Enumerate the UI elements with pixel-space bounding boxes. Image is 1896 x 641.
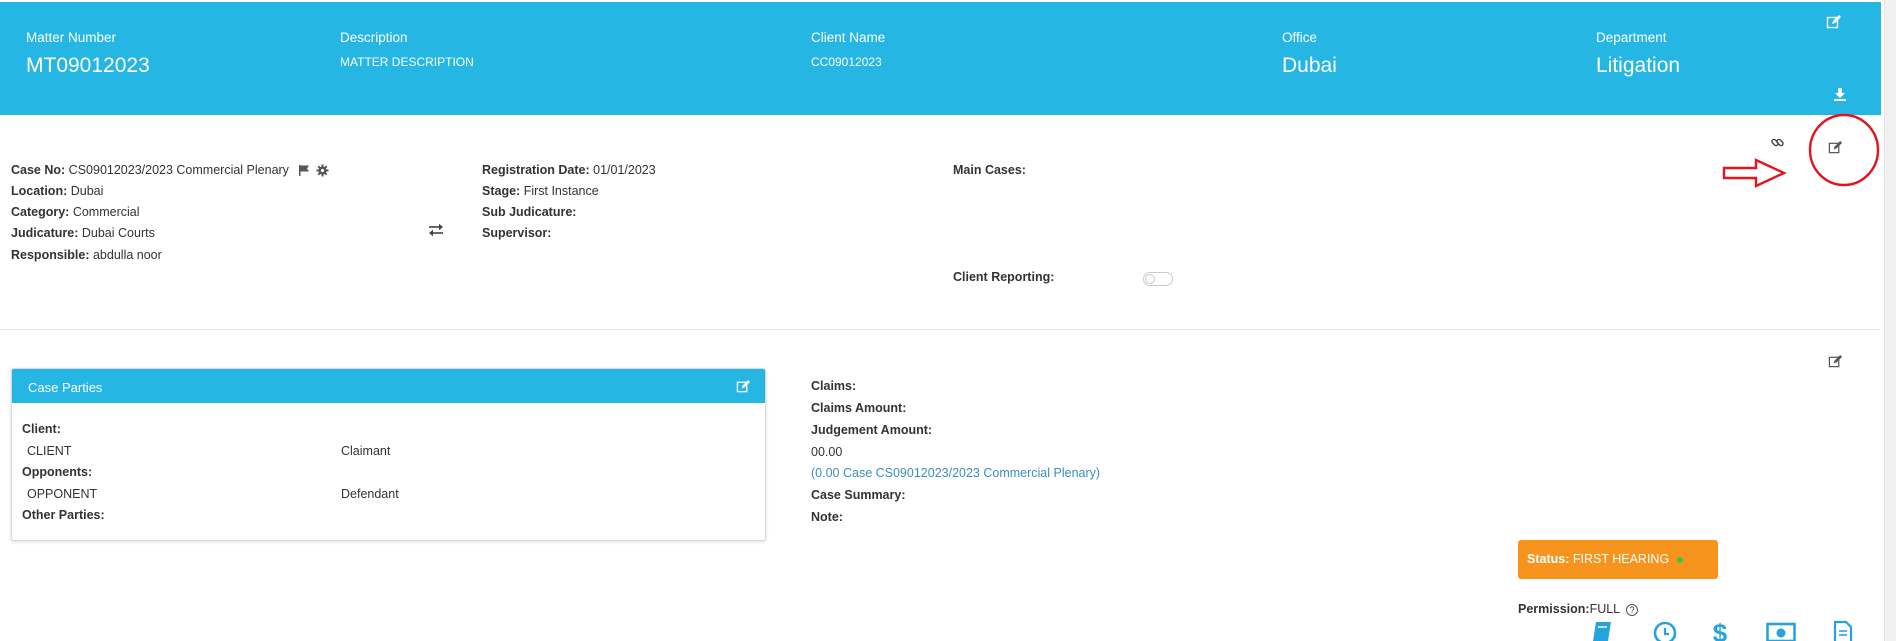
- responsible-label: Responsible:: [11, 248, 90, 262]
- stage-value: First Instance: [523, 184, 599, 198]
- department-value: Litigation: [1596, 54, 1681, 77]
- judgement-amount-label: Judgement Amount:: [811, 423, 933, 437]
- client-reporting-toggle[interactable]: [1143, 272, 1173, 286]
- matter-number-block: Matter Number MT09012023: [26, 30, 150, 78]
- matter-number-label: Matter Number: [26, 30, 117, 45]
- permission-help-icon[interactable]: ?: [1626, 603, 1639, 616]
- registration-date-label: Registration Date:: [482, 163, 590, 177]
- responsible-value: abdulla noor: [92, 248, 162, 262]
- document-icon[interactable]: [1830, 620, 1856, 641]
- department-block: Department Litigation: [1596, 30, 1680, 78]
- office-label: Office: [1282, 30, 1318, 45]
- stage-row: Stage: First Instance: [482, 184, 599, 198]
- client-label: Client:: [22, 422, 61, 436]
- matter-number-value: MT09012023: [26, 54, 150, 77]
- location-value: Dubai: [70, 184, 104, 198]
- client-party-name: CLIENT: [27, 444, 72, 458]
- category-value: Commercial: [72, 205, 140, 219]
- client-party-role: Claimant: [341, 444, 391, 458]
- client-reporting-label: Client Reporting:: [953, 270, 1055, 284]
- status-label: Status:: [1527, 552, 1570, 566]
- stage-label: Stage:: [482, 184, 521, 198]
- gear-icon[interactable]: [316, 164, 329, 177]
- status-value: FIRST HEARING: [1572, 552, 1670, 566]
- main-cases-label: Main Cases:: [953, 163, 1026, 177]
- case-parties-panel: Case Parties Client: CLIENT Claimant Opp…: [11, 368, 766, 541]
- case-parties-title: Case Parties: [28, 380, 103, 395]
- judicature-label: Judicature:: [11, 226, 79, 240]
- permission-row: Permission:FULL ?: [1518, 602, 1639, 616]
- swap-icon[interactable]: [427, 222, 445, 238]
- claims-edit-icon[interactable]: [1828, 354, 1843, 369]
- department-label: Department: [1596, 30, 1667, 45]
- description-label: Description: [340, 30, 408, 45]
- status-indicator-dot: [1676, 556, 1683, 563]
- judgement-amount-value: 00.00: [811, 445, 843, 459]
- judicature-row: Judicature: Dubai Courts: [11, 226, 155, 240]
- header-edit-icon[interactable]: [1826, 14, 1842, 30]
- section-divider: [0, 329, 1880, 330]
- matter-header: Matter Number MT09012023 Description MAT…: [0, 2, 1881, 115]
- case-no-row: Case No: CS09012023/2023 Commercial Plen…: [11, 163, 329, 177]
- related-case-link[interactable]: (0.00 Case CS09012023/2023 Commercial Pl…: [811, 466, 1100, 480]
- judicature-value: Dubai Courts: [81, 226, 155, 240]
- case-no-label: Case No:: [11, 163, 66, 177]
- office-block: Office Dubai: [1282, 30, 1337, 78]
- registration-date-value: 01/01/2023: [593, 163, 656, 177]
- supervisor-row: Supervisor:: [482, 226, 551, 240]
- description-value: MATTER DESCRIPTION: [340, 55, 474, 69]
- opponents-label: Opponents:: [22, 465, 93, 479]
- office-value: Dubai: [1282, 54, 1337, 77]
- dollar-icon[interactable]: $: [1707, 620, 1733, 641]
- page-scrollbar[interactable]: [1884, 0, 1896, 641]
- opponent-party-name: OPPONENT: [27, 487, 98, 501]
- permission-value: FULL: [1589, 602, 1620, 616]
- clock-icon[interactable]: [1652, 620, 1678, 641]
- toggle-knob: [1145, 274, 1155, 284]
- client-name-label: Client Name: [811, 30, 886, 45]
- opponent-party-role: Defendant: [341, 487, 399, 501]
- parties-edit-icon[interactable]: [736, 379, 751, 394]
- client-name-block: Client Name CC09012023: [811, 30, 885, 69]
- responsible-row: Responsible: abdulla noor: [11, 248, 162, 262]
- description-block: Description MATTER DESCRIPTION: [340, 30, 474, 69]
- permission-label: Permission:: [1518, 602, 1590, 616]
- category-row: Category: Commercial: [11, 205, 140, 219]
- location-label: Location:: [11, 184, 68, 198]
- sub-judicature-row: Sub Judicature:: [482, 205, 576, 219]
- flag-icon[interactable]: [298, 164, 311, 177]
- case-no-value: CS09012023/2023 Commercial Plenary: [68, 163, 289, 177]
- claims-label: Claims:: [811, 379, 857, 393]
- case-summary-label: Case Summary:: [811, 488, 906, 502]
- client-name-value: CC09012023: [811, 55, 882, 69]
- case-parties-header: Case Parties: [12, 369, 765, 403]
- svg-text:$: $: [1713, 620, 1728, 641]
- cash-icon[interactable]: [1766, 620, 1796, 641]
- category-label: Category:: [11, 205, 70, 219]
- status-badge[interactable]: Status: FIRST HEARING: [1518, 540, 1718, 579]
- download-icon[interactable]: [1833, 87, 1847, 101]
- location-row: Location: Dubai: [11, 184, 103, 198]
- book-icon[interactable]: [1590, 620, 1616, 641]
- supervisor-label: Supervisor:: [482, 226, 552, 240]
- other-parties-label: Other Parties:: [22, 508, 105, 522]
- annotation-arrow-circle: [1722, 113, 1880, 188]
- sub-judicature-label: Sub Judicature:: [482, 205, 577, 219]
- note-label: Note:: [811, 510, 843, 524]
- registration-date-row: Registration Date: 01/01/2023: [482, 163, 656, 177]
- claims-amount-label: Claims Amount:: [811, 401, 907, 415]
